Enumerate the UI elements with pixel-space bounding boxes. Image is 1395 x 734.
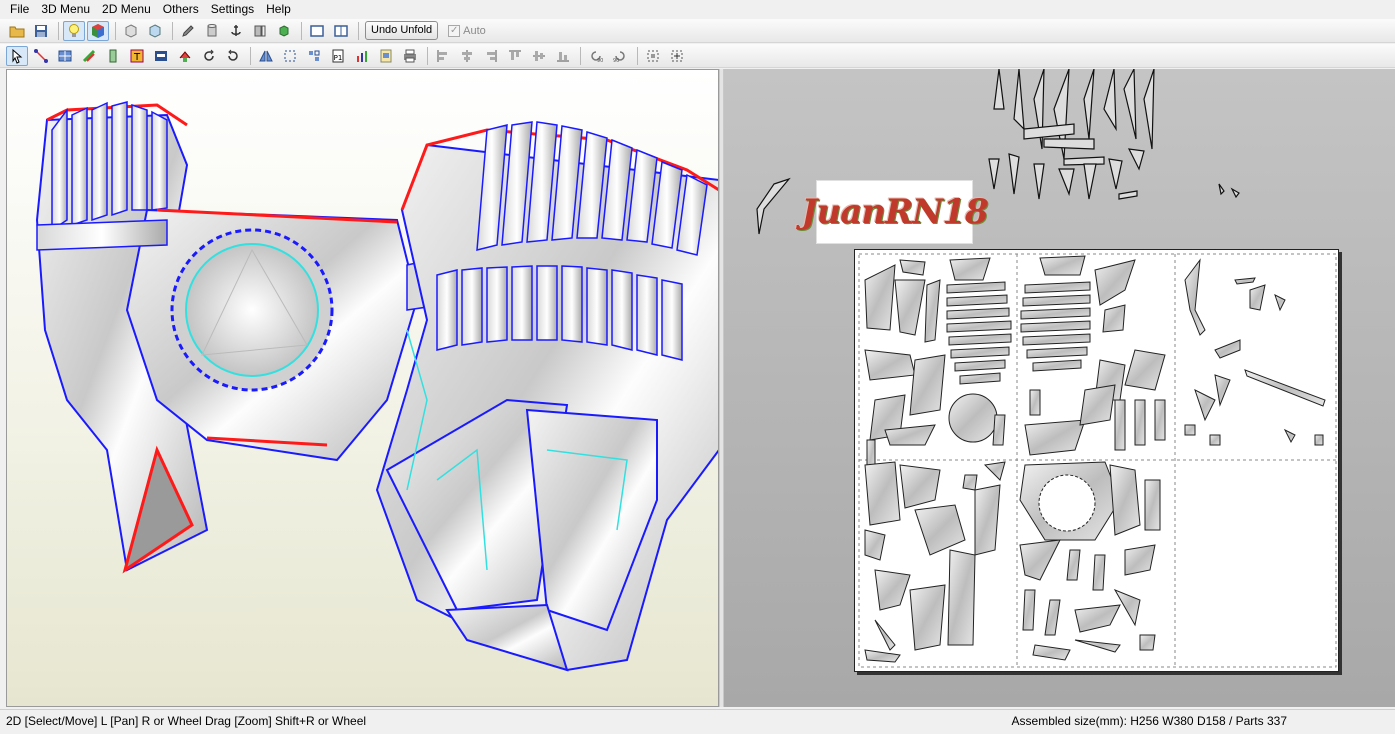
watermark-text: JuanRN18 (801, 192, 988, 232)
3d-model (35, 101, 718, 672)
watermark-logo: JuanRN18 (801, 180, 989, 244)
align-middle-icon[interactable] (528, 46, 550, 66)
svg-text:90: 90 (597, 58, 603, 64)
toolbar-separator (58, 21, 59, 40)
undo-unfold-button[interactable]: Undo Unfold (365, 21, 439, 40)
pencil-icon[interactable] (177, 21, 199, 41)
join-icon[interactable] (279, 46, 301, 66)
single-view-icon[interactable] (306, 21, 328, 41)
edge-tool-icon[interactable] (30, 46, 52, 66)
menu-help[interactable]: Help (260, 0, 297, 18)
align-right-icon[interactable] (480, 46, 502, 66)
status-hint: 2D [Select/Move] L [Pan] R or Wheel Drag… (6, 714, 367, 728)
green-cube-icon[interactable] (273, 21, 295, 41)
rotate-right-icon[interactable] (222, 46, 244, 66)
color-icon[interactable] (78, 46, 100, 66)
align-center-icon[interactable] (456, 46, 478, 66)
select-arrow-icon[interactable] (6, 45, 28, 66)
unfolded-parts-layout (858, 253, 1337, 668)
rotate-left-icon[interactable] (198, 46, 220, 66)
page-settings-icon[interactable] (375, 46, 397, 66)
toolbar-separator (301, 21, 302, 40)
menu-bar: File 3D Menu 2D Menu Others Settings Hel… (0, 0, 1395, 18)
image-icon[interactable] (150, 46, 172, 66)
auto-checkbox[interactable]: ✓ Auto (448, 24, 486, 37)
toolbar-separator (358, 21, 359, 40)
menu-others[interactable]: Others (157, 0, 205, 18)
box-icon[interactable] (120, 21, 142, 41)
status-bar: 2D [Select/Move] L [Pan] R or Wheel Drag… (0, 709, 1395, 734)
anchor-icon[interactable] (225, 21, 247, 41)
fit-icon[interactable] (303, 46, 325, 66)
toolbar-separator (637, 46, 638, 65)
3d-viewport[interactable] (6, 69, 719, 707)
menu-2d[interactable]: 2D Menu (96, 0, 157, 18)
toolbar-separator (115, 21, 116, 40)
piece-icon[interactable] (102, 46, 124, 66)
grid-icon[interactable] (54, 46, 76, 66)
status-assembled-size: Assembled size(mm): H256 W380 D158 / Par… (1011, 714, 1287, 728)
edit-toolbar: T P1 90 90 (0, 44, 1395, 68)
text-icon[interactable]: T (126, 46, 148, 66)
align-left-icon[interactable] (432, 46, 454, 66)
rotate-90-ccw-icon[interactable]: 90 (585, 46, 607, 66)
checkmark-icon: ✓ (448, 24, 461, 37)
print-icon[interactable] (399, 46, 421, 66)
lightbulb-icon[interactable] (63, 20, 85, 41)
split-icon[interactable] (249, 21, 271, 41)
dual-view-icon[interactable] (330, 21, 352, 41)
align-top-icon[interactable] (504, 46, 526, 66)
frame-icon[interactable] (642, 46, 664, 66)
page-one-icon[interactable]: P1 (327, 46, 349, 66)
main-toolbar: Undo Unfold ✓ Auto (0, 19, 1395, 43)
texture-box-icon[interactable] (144, 21, 166, 41)
toolbar-separator (250, 46, 251, 65)
toolbar-separator (580, 46, 581, 65)
menu-3d[interactable]: 3D Menu (35, 0, 96, 18)
auto-label: Auto (463, 24, 486, 37)
paper-sheet[interactable] (854, 249, 1339, 672)
cylinder-icon[interactable] (201, 21, 223, 41)
menu-file[interactable]: File (4, 0, 35, 18)
svg-text:T: T (133, 52, 141, 63)
flip-icon[interactable] (255, 46, 277, 66)
frame-move-icon[interactable] (666, 46, 688, 66)
svg-text:P1: P1 (334, 54, 343, 62)
rotate-90-cw-icon[interactable]: 90 (609, 46, 631, 66)
2d-viewport[interactable]: JuanRN18 (724, 69, 1395, 707)
align-bottom-icon[interactable] (552, 46, 574, 66)
toolbar-separator (427, 46, 428, 65)
menu-settings[interactable]: Settings (205, 0, 260, 18)
open-folder-icon[interactable] (6, 21, 28, 41)
toolbar-separator (172, 21, 173, 40)
save-icon[interactable] (30, 21, 52, 41)
color-cube-icon[interactable] (87, 20, 109, 41)
chart-icon[interactable] (351, 46, 373, 66)
move-piece-icon[interactable] (174, 46, 196, 66)
svg-text:90: 90 (613, 58, 619, 64)
